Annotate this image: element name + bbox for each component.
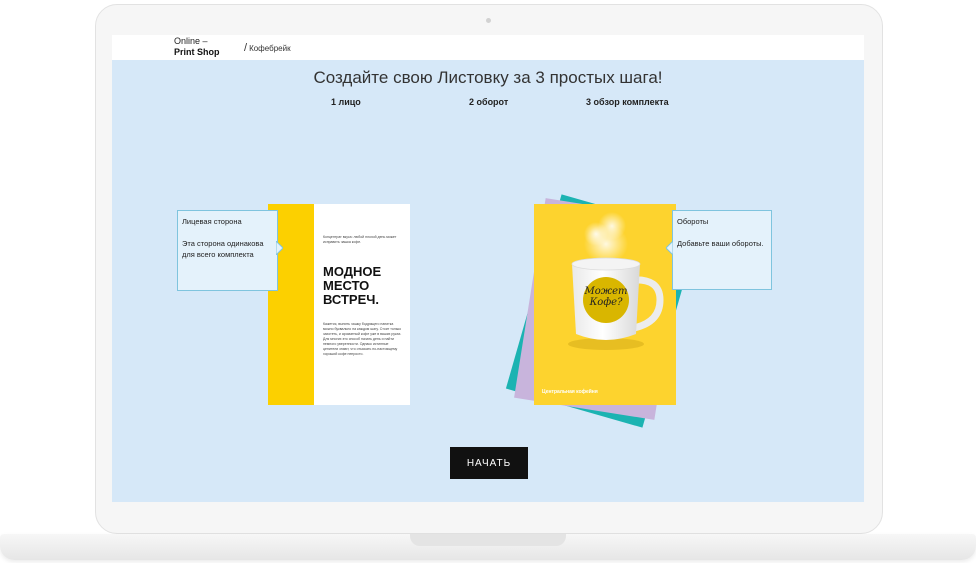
page-title: Создайте свою Листовку за 3 простых шага… (313, 68, 663, 87)
back-tooltip: Обороты Добавьте ваши обороты. (672, 210, 772, 290)
step-review[interactable]: 3 обзор комплекта (586, 97, 669, 107)
back-side-preview[interactable]: Может Кофе? Центральная кофейня (534, 204, 676, 405)
front-tooltip-arrow (276, 241, 283, 255)
mug-text: Может Кофе? (584, 286, 628, 308)
laptop-base-notch (410, 534, 566, 546)
breadcrumb-separator: / (244, 42, 248, 54)
front-intro-text: Концентрат вкуса: любой плохой день може… (323, 235, 397, 244)
front-headline: МОДНОЕ МЕСТО ВСТРЕЧ. (323, 264, 382, 307)
front-side-preview[interactable]: Концентрат вкуса: любой плохой день може… (268, 204, 410, 405)
back-tooltip-title: Обороты (677, 217, 709, 226)
back-tooltip-text: Добавьте ваши обороты. (677, 239, 764, 248)
screen: Online – Print Shop / Кофебрейк Создайте … (112, 35, 864, 502)
front-tooltip-title: Лицевая сторона (182, 217, 242, 226)
start-button[interactable]: НАЧАТЬ (450, 447, 528, 479)
front-tooltip-text: Эта сторона одинакова для всего комплект… (182, 239, 264, 259)
back-tooltip-arrow (666, 241, 673, 255)
camera-dot (486, 18, 491, 23)
header-bar: Online – Print Shop / Кофебрейк (112, 35, 864, 60)
step-front[interactable]: 1 лицо (331, 97, 361, 107)
logo-line-1[interactable]: Online – (174, 36, 208, 46)
logo-line-2[interactable]: Print Shop (174, 47, 220, 57)
back-footer-text: Центральная кофейня (542, 389, 598, 395)
front-tooltip: Лицевая сторона Эта сторона одинакова дл… (177, 210, 278, 291)
step-back[interactable]: 2 оборот (469, 97, 508, 107)
breadcrumb-item[interactable]: Кофебрейк (249, 44, 291, 53)
front-body-text: Кажется, выпить чашку бодрящего напитка … (323, 322, 402, 356)
breadcrumb: / Кофебрейк (244, 42, 291, 54)
